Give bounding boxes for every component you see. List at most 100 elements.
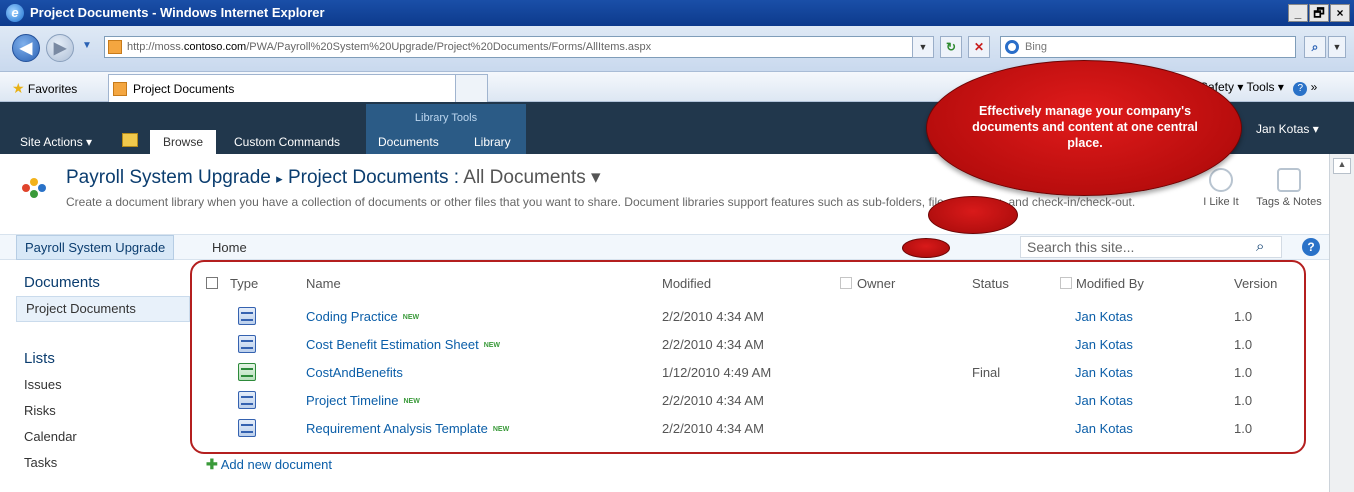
breadcrumb-site[interactable]: Payroll System Upgrade — [66, 167, 271, 188]
modified-by-link[interactable]: Jan Kotas — [1075, 421, 1133, 436]
callout-bubble: Effectively manage your company's docume… — [926, 60, 1242, 196]
breadcrumb-separator: ▸ — [276, 171, 283, 186]
new-tab-button[interactable] — [455, 75, 487, 103]
navigate-up-icon[interactable] — [122, 133, 138, 147]
owner-column-checkbox[interactable] — [840, 277, 852, 289]
ql-issues[interactable]: Issues — [24, 377, 62, 392]
document-name-link[interactable]: Requirement Analysis Template NEW — [306, 421, 509, 436]
column-header-modified[interactable]: Modified — [662, 276, 711, 291]
vertical-scrollbar[interactable]: ▲ — [1329, 154, 1354, 492]
breadcrumb: Payroll System Upgrade ▸ Project Documen… — [66, 166, 601, 189]
recent-pages-dropdown-icon[interactable]: ▼ — [82, 40, 92, 51]
minimize-button[interactable]: _ — [1288, 4, 1308, 22]
url-prefix: http://moss. — [127, 41, 184, 53]
url-domain: contoso.com — [183, 41, 247, 53]
callout-dot-small — [902, 238, 950, 258]
quick-launch: Documents Project Documents Lists Issues… — [0, 260, 190, 492]
ql-project-documents[interactable]: Project Documents — [26, 301, 136, 316]
address-bar[interactable]: http://moss.contoso.com/PWA/Payroll%20Sy… — [104, 36, 934, 58]
tab-label: Project Documents — [133, 82, 235, 96]
column-header-name[interactable]: Name — [306, 276, 341, 291]
star-icon: ★ — [12, 80, 25, 96]
internet-explorer-icon: e — [6, 4, 24, 22]
version-value: 1.0 — [1234, 309, 1253, 324]
word-document-icon[interactable] — [238, 391, 256, 409]
new-badge: NEW — [492, 426, 510, 433]
ql-lists-heading[interactable]: Lists — [24, 350, 55, 367]
scroll-up-icon[interactable]: ▲ — [1333, 158, 1351, 174]
word-document-icon[interactable] — [238, 307, 256, 325]
breadcrumb-library[interactable]: Project Documents — [288, 167, 449, 188]
favorites-button[interactable]: ★ Favorites — [12, 80, 77, 97]
document-name-link[interactable]: Project Timeline NEW — [306, 393, 420, 408]
modified-date: 1/12/2010 4:49 AM — [662, 365, 772, 380]
column-header-type[interactable]: Type — [230, 276, 258, 291]
version-value: 1.0 — [1234, 421, 1253, 436]
excel-document-icon[interactable] — [238, 363, 256, 381]
tags-notes-label: Tags & Notes — [1256, 196, 1322, 208]
top-navigation: Payroll System Upgrade Home Search this … — [0, 234, 1329, 260]
status-value: Final — [972, 365, 1001, 380]
tag-icon — [1277, 168, 1301, 192]
new-badge: NEW — [403, 398, 420, 405]
new-badge: NEW — [402, 314, 420, 321]
window-title-bar: e Project Documents - Windows Internet E… — [0, 0, 1354, 26]
site-actions-menu[interactable]: Site Actions ▾ — [20, 135, 92, 149]
bing-icon — [1005, 40, 1019, 54]
tags-notes-button[interactable]: Tags & Notes — [1256, 168, 1322, 209]
refresh-icon[interactable]: ↻ — [940, 36, 962, 58]
forward-button[interactable]: ▶ — [46, 34, 74, 62]
library-description: Create a document library when you have … — [66, 195, 1136, 209]
site-logo-icon — [22, 178, 46, 202]
user-menu[interactable]: Jan Kotas ▾ — [1256, 122, 1319, 136]
column-header-owner[interactable]: Owner — [857, 276, 895, 291]
toolbar-overflow-icon[interactable]: » — [1311, 80, 1318, 94]
column-header-modified-by[interactable]: Modified By — [1076, 276, 1144, 291]
help-icon[interactable]: ? — [1293, 82, 1308, 96]
address-dropdown-icon[interactable]: ▼ — [912, 36, 934, 58]
document-name-link[interactable]: Cost Benefit Estimation Sheet NEW — [306, 337, 500, 352]
view-selector[interactable]: All Documents ▾ — [463, 167, 600, 188]
modified-by-link[interactable]: Jan Kotas — [1075, 365, 1133, 380]
search-go-icon[interactable]: ⌕ — [1304, 36, 1326, 58]
ql-tasks[interactable]: Tasks — [24, 455, 57, 470]
column-header-version[interactable]: Version — [1234, 276, 1277, 291]
modified-by-column-checkbox[interactable] — [1060, 277, 1072, 289]
add-new-document-link[interactable]: ✚ Add new document — [206, 456, 332, 473]
word-document-icon[interactable] — [238, 335, 256, 353]
back-button[interactable]: ◀ — [12, 34, 40, 62]
modified-by-link[interactable]: Jan Kotas — [1075, 337, 1133, 352]
search-input[interactable]: Bing — [1000, 36, 1296, 58]
column-header-status[interactable]: Status — [972, 276, 1009, 291]
help-icon[interactable]: ? — [1302, 238, 1320, 256]
search-placeholder: Bing — [1025, 41, 1048, 53]
topnav-home[interactable]: Home — [212, 240, 247, 255]
word-document-icon[interactable] — [238, 419, 256, 437]
tab-custom-commands[interactable]: Custom Commands — [234, 135, 340, 149]
modified-by-link[interactable]: Jan Kotas — [1075, 393, 1133, 408]
i-like-it-button[interactable]: I Like It — [1196, 168, 1246, 208]
tab-library[interactable]: Library — [474, 135, 511, 149]
document-name-link[interactable]: CostAndBenefits — [306, 365, 403, 380]
callout-text: Effectively manage your company's docume… — [972, 104, 1198, 150]
modified-date: 2/2/2010 4:34 AM — [662, 337, 764, 352]
search-icon[interactable]: ⌕ — [1256, 238, 1264, 255]
browser-tab[interactable]: Project Documents — [108, 74, 488, 103]
window-title: Project Documents - Windows Internet Exp… — [30, 5, 325, 20]
document-name-link[interactable]: Coding Practice NEW — [306, 309, 419, 324]
select-all-checkbox[interactable] — [206, 277, 218, 289]
ql-risks[interactable]: Risks — [24, 403, 56, 418]
topnav-current-site[interactable]: Payroll System Upgrade — [16, 235, 175, 260]
search-options-icon[interactable]: ▼ — [1328, 36, 1346, 58]
site-search-input[interactable]: Search this site... — [1020, 236, 1282, 258]
modified-by-link[interactable]: Jan Kotas — [1075, 309, 1133, 324]
version-value: 1.0 — [1234, 393, 1253, 408]
ql-documents-heading[interactable]: Documents — [24, 274, 100, 291]
ql-calendar[interactable]: Calendar — [24, 429, 77, 444]
maximize-button[interactable]: 🗗 — [1309, 4, 1329, 22]
tab-browse[interactable]: Browse — [150, 130, 216, 154]
version-value: 1.0 — [1234, 337, 1253, 352]
stop-icon[interactable]: ✕ — [968, 36, 990, 58]
tab-documents[interactable]: Documents — [378, 135, 439, 149]
close-button[interactable]: × — [1330, 4, 1350, 22]
